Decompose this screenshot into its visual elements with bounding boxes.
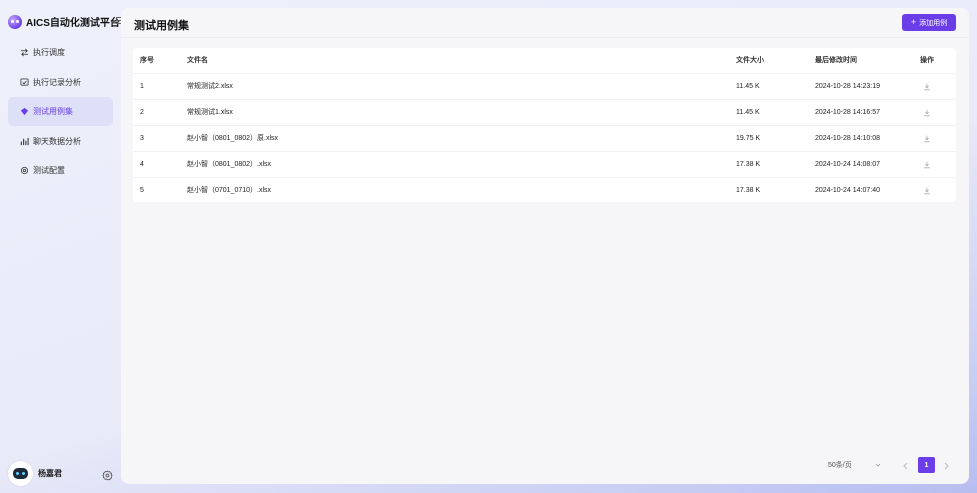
- page-header: 测试用例集 + 添加用例: [121, 8, 969, 38]
- row-index: 5: [140, 187, 144, 194]
- test-case-table: 序号 文件名 文件大小 最后修改时间 操作 1 常规测试2.xlsx 11.45…: [133, 48, 956, 202]
- sidebar-item-execution-schedule[interactable]: 执行调度: [8, 38, 113, 67]
- download-icon[interactable]: [923, 161, 931, 169]
- sidebar-item-test-config[interactable]: 测试配置: [8, 156, 113, 185]
- row-filename: 常规测试1.xlsx: [187, 109, 233, 116]
- plus-icon: +: [910, 17, 917, 27]
- page-title: 测试用例集: [134, 20, 189, 32]
- row-index: 1: [140, 83, 144, 90]
- sidebar-item-label: 聊天数据分析: [33, 136, 81, 146]
- robot-logo-icon: [8, 14, 22, 29]
- row-filename: 赵小智（0701_0710）.xlsx: [187, 187, 272, 194]
- column-header-modified: 最后修改时间: [815, 57, 857, 64]
- schedule-icon: [20, 48, 29, 57]
- download-icon[interactable]: [923, 83, 931, 91]
- row-modified: 2024-10-24 14:08:07: [815, 161, 880, 168]
- column-header-filesize: 文件大小: [736, 57, 764, 64]
- chevron-down-icon: [875, 462, 881, 468]
- brand: AICS自动化测试平台: [8, 14, 120, 29]
- table-row: 2 常规测试1.xlsx 11.45 K 2024-10-28 14:16:57: [133, 100, 956, 126]
- table-row: 1 常规测试2.xlsx 11.45 K 2024-10-28 14:23:19: [133, 74, 956, 100]
- page-number-current[interactable]: 1: [918, 457, 935, 473]
- row-filename: 赵小智（0801_0802）.xlsx: [187, 161, 272, 168]
- avatar[interactable]: [8, 460, 33, 486]
- row-filesize: 17.38 K: [736, 187, 761, 194]
- row-modified: 2024-10-24 14:07:40: [815, 187, 880, 194]
- sidebar-item-label: 执行记录分析: [33, 77, 81, 87]
- settings-icon[interactable]: [102, 468, 113, 481]
- row-filesize: 11.45 K: [736, 109, 760, 116]
- sidebar-item-test-cases[interactable]: 测试用例集: [8, 97, 113, 126]
- app-title: AICS自动化测试平台: [26, 18, 120, 29]
- row-index: 3: [140, 135, 144, 142]
- row-modified: 2024-10-28 14:16:57: [815, 109, 880, 116]
- user-name: 杨嘉君: [38, 468, 62, 478]
- main-panel: 测试用例集 + 添加用例 序号 文件名 文件大小 最后修改时间 操作 1 常规测…: [121, 8, 969, 484]
- download-icon[interactable]: [923, 187, 931, 195]
- sidebar-item-label: 测试配置: [33, 166, 65, 175]
- table-row: 3 赵小智（0801_0802）原.xlsx 19.75 K 2024-10-2…: [133, 126, 956, 152]
- sidebar-item-chat-analysis[interactable]: 聊天数据分析: [8, 127, 113, 156]
- column-header-actions: 操作: [920, 57, 934, 64]
- row-modified: 2024-10-28 14:23:19: [815, 83, 880, 90]
- row-filename: 常规测试2.xlsx: [187, 83, 233, 90]
- row-index: 4: [140, 161, 144, 168]
- page-size-label: 50条/页: [828, 462, 852, 469]
- sidebar-item-label: 测试用例集: [33, 107, 73, 116]
- sidebar-item-label: 执行调度: [33, 48, 65, 57]
- table-row: 4 赵小智（0801_0802）.xlsx 17.38 K 2024-10-24…: [133, 152, 956, 178]
- download-icon[interactable]: [923, 109, 931, 117]
- column-header-filename: 文件名: [187, 57, 208, 64]
- page-size-select[interactable]: 50条/页: [821, 457, 888, 473]
- record-icon: [20, 77, 29, 87]
- sidebar-menu: 执行调度 执行记录分析 测试用例集 聊天数据分析 测试配置: [8, 38, 113, 186]
- chart-icon: [20, 137, 29, 146]
- table-header: 序号 文件名 文件大小 最后修改时间 操作: [133, 48, 956, 74]
- robot-avatar-icon: [13, 467, 28, 479]
- sidebar: AICS自动化测试平台 执行调度 执行记录分析 测试用例集 聊天数据分析 测试配…: [0, 0, 124, 493]
- row-index: 2: [140, 109, 144, 116]
- row-filesize: 17.38 K: [736, 161, 761, 168]
- row-filesize: 11.45 K: [736, 83, 760, 90]
- row-modified: 2024-10-28 14:10:08: [815, 135, 880, 142]
- column-header-index: 序号: [140, 57, 154, 64]
- gear-icon: [20, 166, 29, 175]
- row-filesize: 19.75 K: [736, 135, 761, 142]
- table-row: 5 赵小智（0701_0710）.xlsx 17.38 K 2024-10-24…: [133, 178, 956, 204]
- next-page-button[interactable]: [942, 459, 950, 471]
- add-test-case-button[interactable]: + 添加用例: [902, 14, 956, 31]
- sidebar-item-execution-records[interactable]: 执行记录分析: [8, 68, 113, 97]
- add-button-label: 添加用例: [919, 19, 948, 27]
- cases-icon: [20, 107, 29, 116]
- prev-page-button[interactable]: [902, 459, 910, 471]
- user-profile: 杨嘉君: [8, 460, 116, 486]
- download-icon[interactable]: [923, 135, 931, 143]
- row-filename: 赵小智（0801_0802）原.xlsx: [187, 135, 279, 142]
